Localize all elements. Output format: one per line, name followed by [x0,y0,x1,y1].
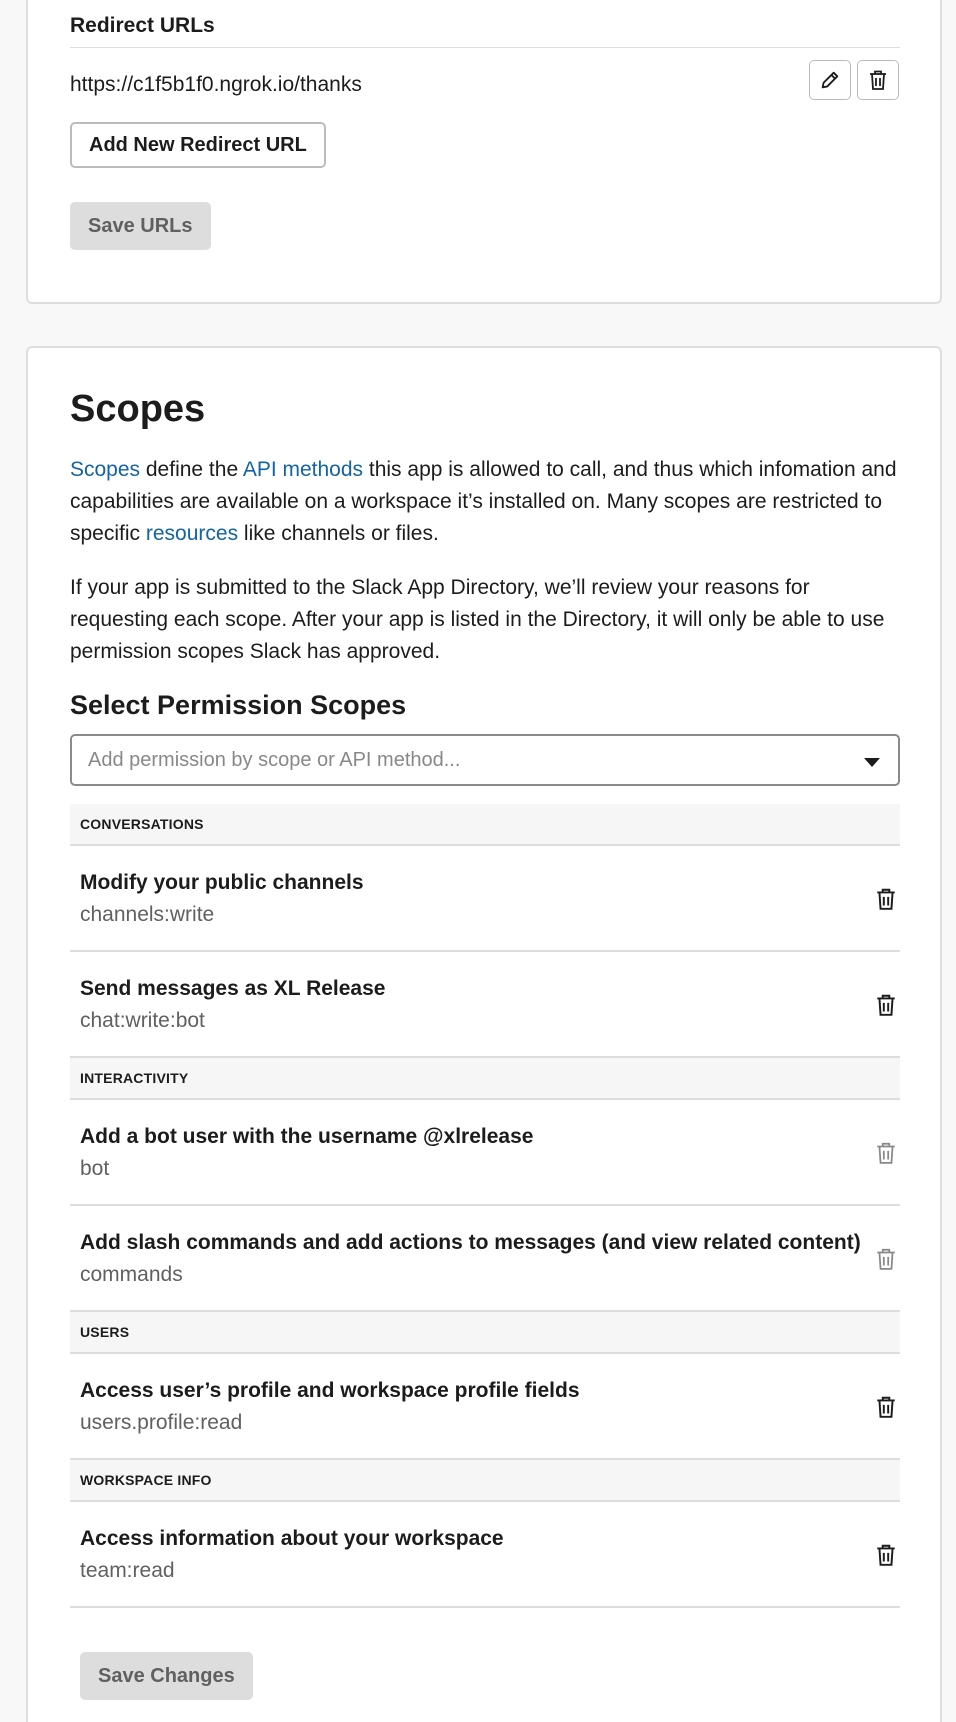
trash-icon [870,70,886,90]
remove-scope-button-disabled [872,1138,900,1168]
api-methods-link[interactable]: API methods [243,458,363,481]
save-changes-button[interactable]: Save Changes [80,1652,253,1700]
permission-scope-select[interactable] [70,734,900,786]
scopes-card: Scopes Scopes define the API methods thi… [26,346,942,1722]
scope-title: Modify your public channels [80,871,364,894]
scope-row: Send messages as XL Release chat:write:b… [70,952,900,1058]
trash-icon [877,1142,895,1164]
resources-link[interactable]: resources [146,522,238,545]
remove-scope-button[interactable] [872,1540,900,1570]
group-header-interactivity: INTERACTIVITY [70,1058,900,1100]
group-header-users: USERS [70,1312,900,1354]
divider [70,47,900,48]
pencil-icon [821,71,839,89]
group-header-conversations: CONVERSATIONS [70,804,900,846]
trash-icon [877,994,895,1016]
add-redirect-url-button[interactable]: Add New Redirect URL [70,122,326,168]
scope-title: Add a bot user with the username @xlrele… [80,1125,534,1148]
trash-icon [877,1396,895,1418]
app-settings-page: Redirect URLs https://c1f5b1f0.ngrok.io/… [0,0,956,1722]
remove-scope-button-disabled [872,1244,900,1274]
trash-icon [877,888,895,910]
save-urls-button[interactable]: Save URLs [70,202,211,250]
delete-url-button[interactable] [857,60,899,100]
scope-title: Send messages as XL Release [80,977,386,1000]
select-scopes-heading: Select Permission Scopes [70,690,407,720]
review-text: If your app is submitted to the Slack Ap… [70,576,885,663]
scopes-link[interactable]: Scopes [70,458,140,481]
scope-code: commands [80,1263,183,1286]
scope-row: Add slash commands and add actions to me… [70,1206,900,1312]
chevron-down-icon[interactable] [864,758,880,767]
scope-code: team:read [80,1559,175,1582]
group-header-workspace-info: WORKSPACE INFO [70,1460,900,1502]
redirect-url-value: https://c1f5b1f0.ngrok.io/thanks [70,73,362,96]
remove-scope-button[interactable] [872,990,900,1020]
scope-code: users.profile:read [80,1411,243,1434]
scope-title: Access information about your workspace [80,1527,504,1550]
scope-code: chat:write:bot [80,1009,205,1032]
scopes-intro: Scopes define the API methods this app i… [70,458,897,545]
scope-code: bot [80,1157,110,1180]
scope-code: channels:write [80,903,215,926]
trash-icon [877,1544,895,1566]
edit-url-button[interactable] [809,60,851,100]
scope-title: Add slash commands and add actions to me… [80,1231,861,1254]
trash-icon [877,1248,895,1270]
scope-row: Modify your public channels channels:wri… [70,846,900,952]
redirect-urls-card: Redirect URLs https://c1f5b1f0.ngrok.io/… [26,0,942,304]
permission-scope-input[interactable] [88,748,848,772]
redirect-urls-label: Redirect URLs [70,14,215,37]
scope-row: Access user’s profile and workspace prof… [70,1354,900,1460]
scope-title: Access user’s profile and workspace prof… [80,1379,580,1402]
remove-scope-button[interactable] [872,884,900,914]
scope-row: Add a bot user with the username @xlrele… [70,1100,900,1206]
remove-scope-button[interactable] [872,1392,900,1422]
scopes-title: Scopes [70,388,206,430]
scope-row: Access information about your workspace … [70,1502,900,1608]
